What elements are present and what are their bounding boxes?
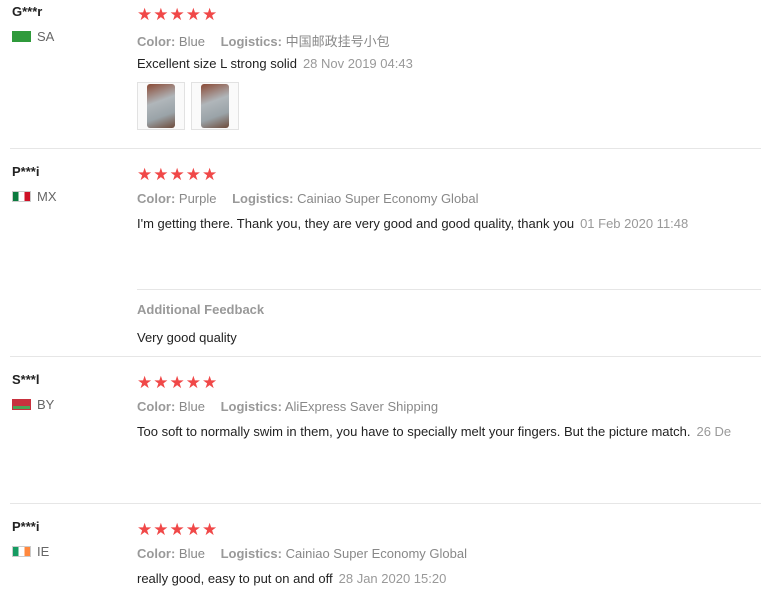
country-code: IE xyxy=(37,544,50,559)
reviewer-country: SA xyxy=(12,29,54,44)
logistics-label: Logistics: xyxy=(232,191,294,206)
country-code: BY xyxy=(37,397,55,412)
flag-by-icon xyxy=(12,399,31,410)
logistics-value: Cainiao Super Economy Global xyxy=(285,546,467,561)
reviewer-name: P***i xyxy=(12,164,40,179)
logistics-value: Cainiao Super Economy Global xyxy=(297,191,479,206)
color-value: Purple xyxy=(178,191,217,206)
review-body: I'm getting there. Thank you, they are v… xyxy=(137,216,575,231)
logistics-label: Logistics: xyxy=(220,34,282,49)
country-code: SA xyxy=(37,29,55,44)
additional-feedback-divider xyxy=(137,289,761,290)
review-divider xyxy=(10,356,761,357)
review-date: 26 De xyxy=(696,424,732,439)
logistics-value: 中国邮政挂号小包 xyxy=(285,34,390,49)
color-label: Color: xyxy=(137,399,176,414)
review-meta: Color: Purple Logistics: Cainiao Super E… xyxy=(137,191,479,206)
review-date: 28 Nov 2019 04:43 xyxy=(302,56,413,71)
reviewer-name: G***r xyxy=(12,4,43,19)
color-label: Color: xyxy=(137,34,176,49)
star-rating: ★★★★★ xyxy=(137,373,219,392)
glove-photo-icon xyxy=(201,84,229,128)
flag-ie-icon xyxy=(12,546,31,557)
review-body: Excellent size L strong solid xyxy=(137,56,297,71)
review-date: 01 Feb 2020 11:48 xyxy=(580,216,689,231)
review-meta: Color: Blue Logistics: Cainiao Super Eco… xyxy=(137,546,467,561)
reviewer-country: IE xyxy=(12,544,49,559)
review-meta: Color: Blue Logistics: 中国邮政挂号小包 xyxy=(137,31,390,50)
reviewer-country: MX xyxy=(12,189,57,204)
flag-sa-icon xyxy=(12,31,31,42)
color-label: Color: xyxy=(137,546,176,561)
review-photo-thumbnail[interactable] xyxy=(191,82,239,130)
logistics-label: Logistics: xyxy=(220,546,282,561)
color-value: Blue xyxy=(178,34,205,49)
review-divider xyxy=(10,503,761,504)
additional-feedback-text: Very good quality xyxy=(137,330,237,345)
color-value: Blue xyxy=(178,546,205,561)
reviewer-name: S***l xyxy=(12,372,40,387)
reviewer-country: BY xyxy=(12,397,54,412)
additional-feedback-title: Additional Feedback xyxy=(137,302,265,317)
review-meta: Color: Blue Logistics: AliExpress Saver … xyxy=(137,399,438,414)
color-label: Color: xyxy=(137,191,176,206)
star-rating: ★★★★★ xyxy=(137,165,219,184)
country-code: MX xyxy=(37,189,57,204)
color-value: Blue xyxy=(178,399,205,414)
review-text: Too soft to normally swim in them, you h… xyxy=(137,424,761,439)
review-photos xyxy=(137,82,239,130)
review-date: 28 Jan 2020 15:20 xyxy=(338,571,447,586)
star-rating: ★★★★★ xyxy=(137,520,219,539)
glove-photo-icon xyxy=(147,84,175,128)
reviewer-name: P***i xyxy=(12,519,40,534)
review-text: Excellent size L strong solid 28 Nov 2019… xyxy=(137,56,413,71)
review-text: I'm getting there. Thank you, they are v… xyxy=(137,216,688,231)
review-photo-thumbnail[interactable] xyxy=(137,82,185,130)
review-text: really good, easy to put on and off 28 Ja… xyxy=(137,571,446,586)
flag-mx-icon xyxy=(12,191,31,202)
logistics-label: Logistics: xyxy=(220,399,282,414)
review-divider xyxy=(10,148,761,149)
review-body: Too soft to normally swim in them, you h… xyxy=(137,424,691,439)
review-body: really good, easy to put on and off xyxy=(137,571,333,586)
logistics-value: AliExpress Saver Shipping xyxy=(284,399,439,414)
star-rating: ★★★★★ xyxy=(137,5,219,24)
